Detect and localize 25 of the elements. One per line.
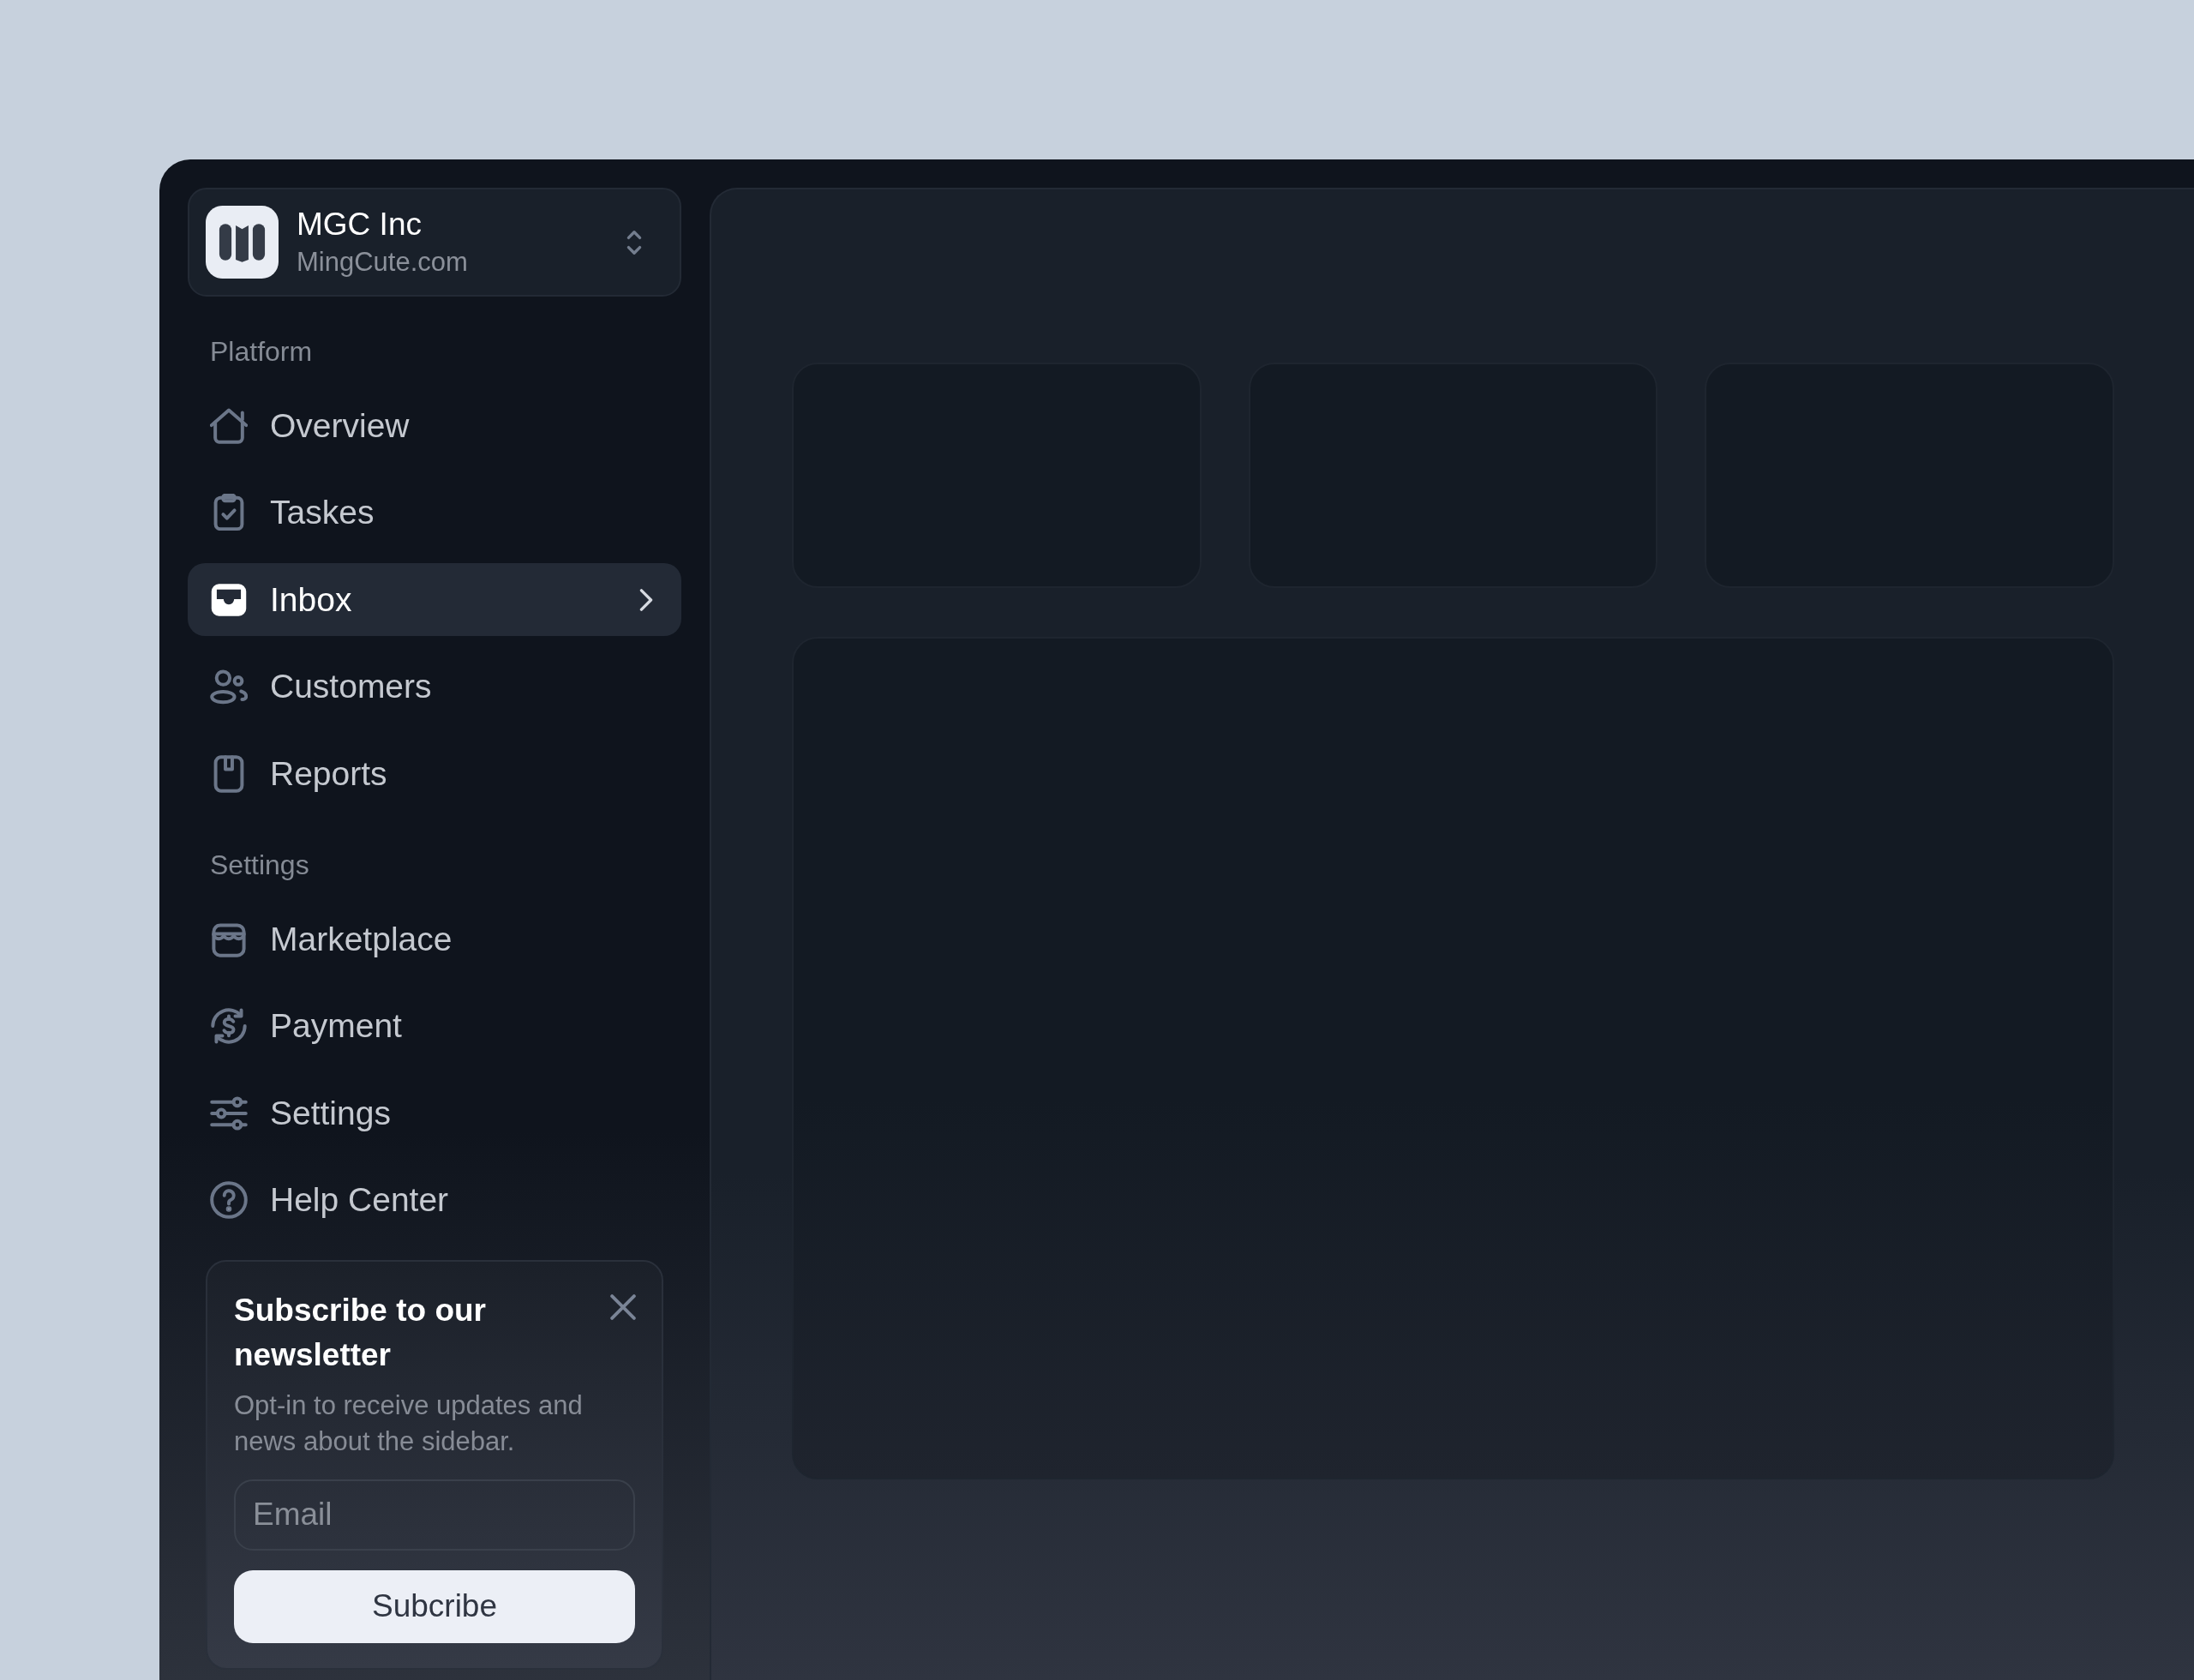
question-circle-icon (210, 1181, 248, 1219)
users-icon (210, 668, 248, 705)
nav-item[interactable]: Customers (188, 650, 681, 723)
close-icon (610, 1293, 636, 1320)
nav-item[interactable]: Inbox (188, 563, 681, 636)
sliders-icon (210, 1094, 248, 1132)
nav-item[interactable]: Marketplace (188, 903, 681, 975)
email-field[interactable]: Email (234, 1479, 635, 1551)
nav-item[interactable]: Help Center (188, 1163, 681, 1237)
workspace-name: MGC Inc (297, 205, 423, 243)
section-label: Platform (209, 335, 314, 369)
nav-item[interactable]: Settings (188, 1077, 681, 1149)
workspace-switcher[interactable]: MGC Inc MingCute.com (188, 188, 681, 297)
newsletter-title: Subscribe to our newsletter (234, 1291, 487, 1374)
nav-item[interactable]: Overview (188, 389, 681, 462)
section-label: Settings (209, 849, 310, 882)
home-icon (210, 406, 248, 445)
logo-icon (206, 206, 279, 279)
nav-item[interactable]: Taskes (188, 476, 681, 549)
nav-item[interactable]: Payment (188, 989, 681, 1063)
newsletter-description: Opt-in to receive updates and news about the sidebar. (234, 1389, 584, 1458)
nav-item[interactable]: Reports (188, 737, 681, 810)
subscribe-button[interactable]: Subcribe (234, 1569, 635, 1643)
workspace-domain: MingCute.com (297, 245, 469, 279)
dollar-arrows-icon (210, 1007, 248, 1045)
